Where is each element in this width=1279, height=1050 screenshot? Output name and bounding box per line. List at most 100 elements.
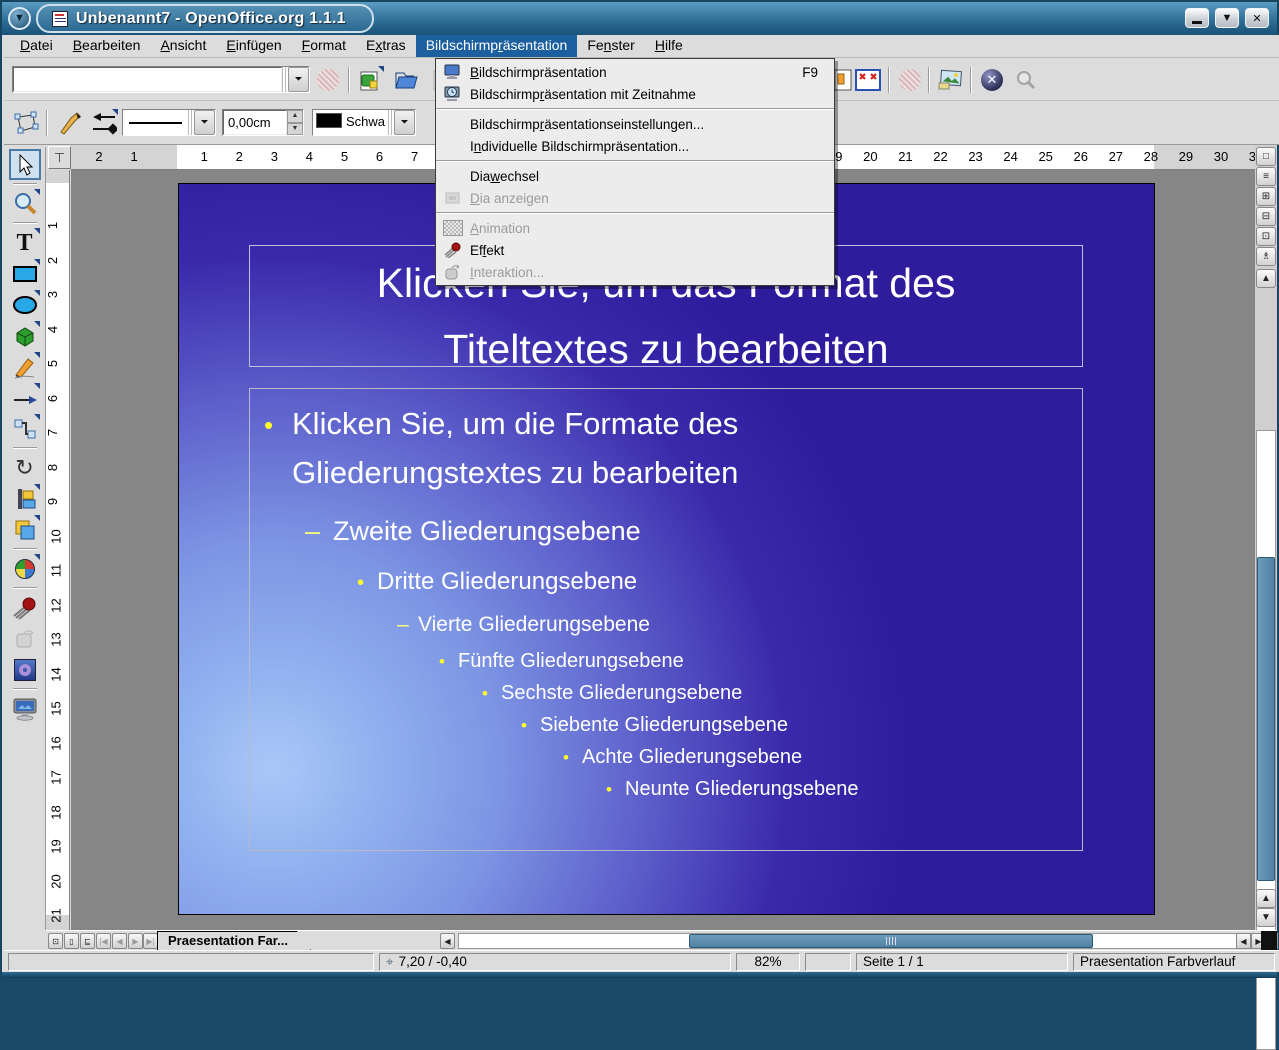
pen-button[interactable] — [56, 109, 84, 137]
3d-controller-button[interactable] — [9, 654, 41, 685]
zoom-tool-button[interactable] — [9, 188, 41, 219]
select-button[interactable] — [9, 149, 41, 180]
menu-format[interactable]: Format — [292, 35, 356, 57]
menu-item-bildschirmpraesentation[interactable]: Bildschirmpräsentation F9 — [436, 61, 834, 83]
line-width-input[interactable] — [223, 110, 287, 135]
new-document-button[interactable] — [356, 66, 384, 94]
first-slide-button[interactable]: |◀ — [96, 933, 111, 949]
outline-item-8[interactable]: •Achte Gliederungsebene — [250, 746, 1082, 769]
ruler-corner-button[interactable]: ⊤ — [48, 146, 71, 169]
presentation-button[interactable] — [9, 693, 41, 724]
dropdown-flag-icon — [112, 109, 118, 115]
ellipse-tool-button[interactable] — [9, 289, 41, 320]
menu-fenster[interactable]: Fenster — [577, 35, 644, 57]
titlebar[interactable]: ▼ Unbenannt7 - OpenOffice.org 1.1.1 ▼ ✕ — [2, 2, 1277, 35]
previous-slide-button[interactable]: ◀ — [112, 933, 127, 949]
menu-item-effekt[interactable]: Effekt — [436, 239, 834, 261]
vertical-scrollbar-thumb[interactable] — [1257, 557, 1275, 881]
spin-down-icon[interactable]: ▼ — [287, 123, 303, 136]
scroll-left-button-2[interactable]: ◀ — [1236, 933, 1251, 949]
alignment-button[interactable] — [9, 483, 41, 514]
connector-tool-button[interactable] — [9, 413, 41, 444]
close-button[interactable]: ✕ — [1245, 8, 1269, 28]
open-button[interactable] — [392, 66, 420, 94]
ruler-number: 7 — [46, 429, 60, 436]
maximize-button[interactable]: ▼ — [1215, 8, 1239, 28]
menu-ansicht[interactable]: Ansicht — [150, 35, 216, 57]
resize-corner[interactable] — [1261, 931, 1277, 951]
status-zoom-field[interactable]: 82% — [736, 953, 800, 971]
menu-bearbeiten[interactable]: Bearbeiten — [63, 35, 151, 57]
handout-view-button[interactable]: ⊡ — [1256, 227, 1276, 246]
scroll-up-button-2[interactable]: ▲ — [1256, 889, 1276, 908]
line-color-combobox[interactable]: Schwa ⏷ — [312, 109, 416, 136]
outline-item-6[interactable]: •Sechste Gliederungsebene — [250, 682, 1082, 705]
slide-outline-placeholder[interactable]: •Klicken Sie, um die Formate des Glieder… — [249, 388, 1083, 851]
url-combobox[interactable]: ⏷ — [12, 66, 310, 93]
rectangle-tool-button[interactable] — [9, 258, 41, 289]
menu-datei[interactable]: Datei — [10, 35, 63, 57]
edit-points-button[interactable] — [12, 109, 40, 137]
menu-item-einstellungen[interactable]: Bildschirmpräsentationseinstellungen... — [436, 113, 834, 135]
outline-item-7[interactable]: •Siebente Gliederungsebene — [250, 714, 1082, 737]
layer-view-button[interactable]: ⊑ — [80, 933, 95, 949]
line-color-dropdown-button[interactable]: ⏷ — [394, 110, 415, 135]
lines-arrows-button[interactable] — [9, 382, 41, 413]
outline-item-4[interactable]: –Vierte Gliederungsebene — [250, 613, 1082, 637]
layer-mode-button[interactable]: ⊡ — [48, 933, 63, 949]
spinner-buttons[interactable]: ▲▼ — [287, 110, 303, 135]
outline-view-button[interactable]: ≡ — [1256, 167, 1276, 186]
arrange-button[interactable] — [9, 514, 41, 545]
horizontal-scrollbar[interactable] — [458, 933, 1278, 949]
slide-view-button[interactable]: ⊞ — [1256, 187, 1276, 206]
start-presentation-button[interactable]: ♗ — [1256, 247, 1276, 266]
url-input[interactable] — [13, 67, 282, 92]
outline-item-9[interactable]: •Neunte Gliederungsebene — [250, 778, 1082, 801]
arrow-style-button[interactable] — [90, 109, 118, 137]
line-style-combobox[interactable]: ⏷ — [122, 109, 216, 136]
rotate-tool-button[interactable]: ↻ — [9, 452, 41, 483]
ruler-number: 10 — [49, 529, 64, 543]
ruler-number: 2 — [95, 149, 102, 164]
menu-item-diawechsel[interactable]: Diawechsel — [436, 165, 834, 187]
menu-hilfe[interactable]: Hilfe — [645, 35, 693, 57]
outline-item-5[interactable]: •Fünfte Gliederungsebene — [250, 650, 1082, 673]
master-view-button[interactable]: ▯ — [64, 933, 79, 949]
gallery-button[interactable] — [936, 66, 964, 94]
spin-up-icon[interactable]: ▲ — [287, 110, 303, 123]
outline-item-2[interactable]: –Zweite Gliederungsebene — [250, 516, 1082, 547]
notes-view-button[interactable]: ⊟ — [1256, 207, 1276, 226]
menu-item-bildschirmpraesentation-mit-zeitnahme[interactable]: Bildschirmpräsentation mit Zeitnahme — [436, 83, 834, 105]
text-tool-button[interactable]: T — [9, 227, 41, 258]
horizontal-scrollbar-thumb[interactable] — [689, 934, 1093, 948]
outline-item-3[interactable]: •Dritte Gliederungsebene — [250, 568, 1082, 596]
scroll-down-button[interactable]: ▼ — [1256, 908, 1276, 927]
menu-extras[interactable]: Extras — [356, 35, 416, 57]
zoom-page-button[interactable] — [854, 66, 882, 94]
slide-tab[interactable]: Praesentation Far... — [157, 931, 311, 950]
line-style-dropdown-button[interactable]: ⏷ — [194, 110, 215, 135]
curve-tool-button[interactable] — [9, 351, 41, 382]
menu-item-individuelle[interactable]: Individuelle Bildschirmpräsentation... — [436, 135, 834, 157]
url-dropdown-button[interactable]: ⏷ — [288, 67, 309, 92]
last-slide-button[interactable]: ▶| — [143, 933, 158, 949]
slide[interactable]: Klicken Sie, um das Format des Titeltext… — [178, 183, 1155, 915]
window-title: Unbenannt7 - OpenOffice.org 1.1.1 — [76, 10, 346, 28]
outline-item-1[interactable]: •Klicken Sie, um die Formate des Glieder… — [250, 399, 1082, 497]
scroll-left-button[interactable]: ◀ — [440, 933, 455, 949]
scroll-up-button[interactable]: ▲ — [1256, 269, 1276, 288]
menu-bildschirmpraesentation[interactable]: Bildschirmpräsentation — [416, 35, 578, 57]
3d-objects-button[interactable] — [9, 320, 41, 351]
status-template-field[interactable]: Praesentation Farbverlauf — [1073, 953, 1275, 971]
insert-button[interactable] — [9, 553, 41, 584]
window-menu-button[interactable]: ▼ — [8, 7, 31, 30]
minimize-button[interactable] — [1185, 8, 1209, 28]
effects-button[interactable] — [9, 592, 41, 623]
drawing-view-button[interactable]: □ — [1256, 147, 1276, 166]
vertical-ruler[interactable]: 123456789101112131415161718192021 — [46, 170, 70, 930]
spellcheck-button — [896, 66, 924, 94]
menu-einfuegen[interactable]: Einfügen — [216, 35, 291, 57]
next-slide-button[interactable]: ▶ — [128, 933, 143, 949]
line-width-spinner[interactable]: ▲▼ — [222, 109, 304, 136]
navigator-button[interactable]: ✕ — [978, 66, 1006, 94]
